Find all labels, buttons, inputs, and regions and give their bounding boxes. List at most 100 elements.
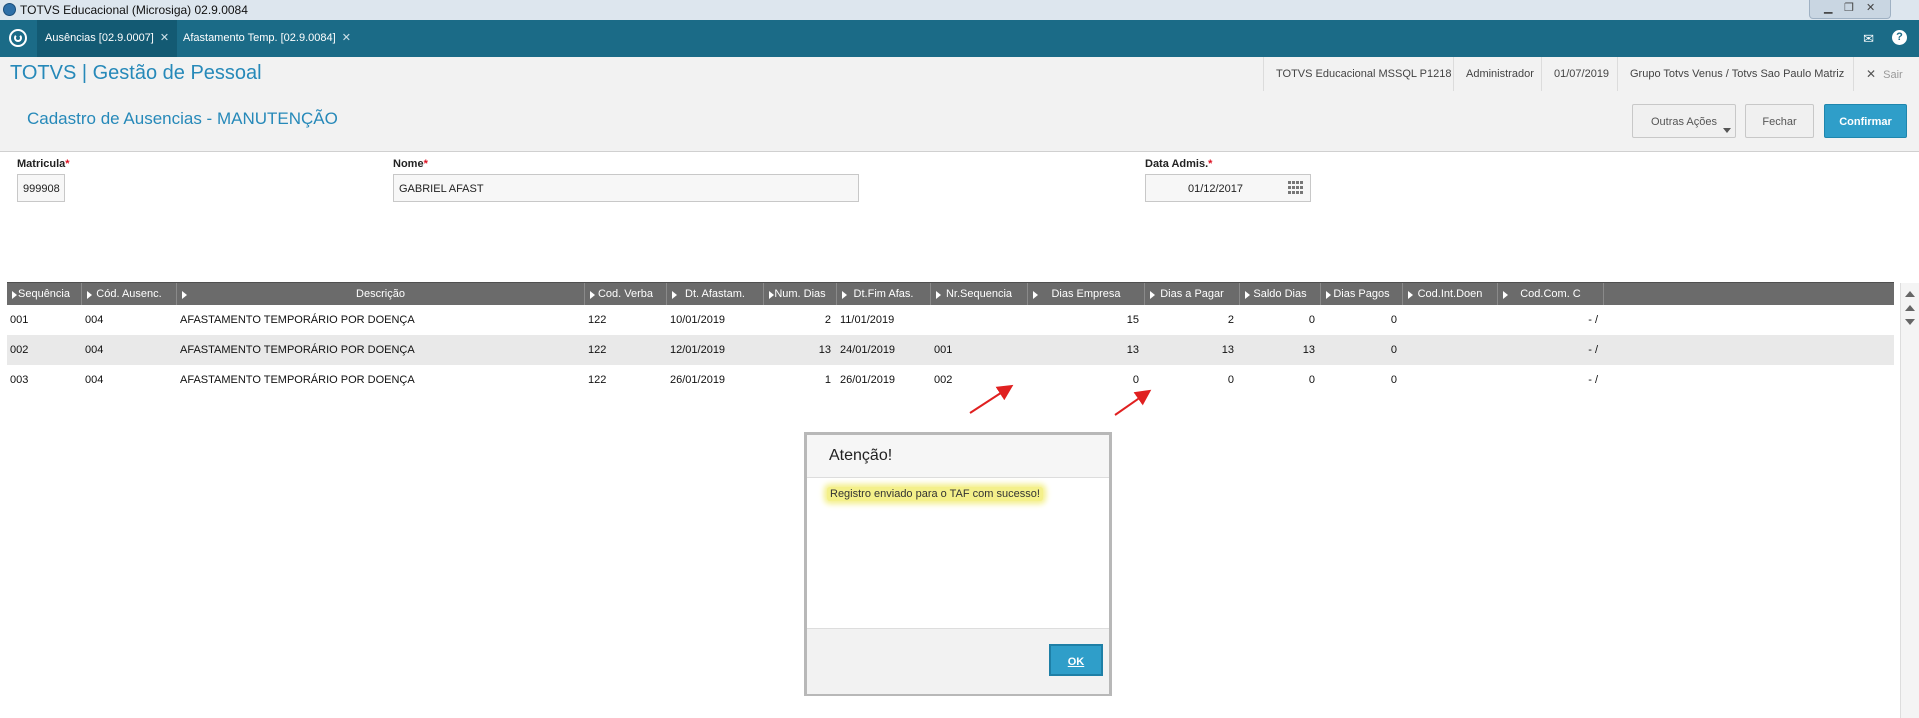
table-cell — [1403, 335, 1498, 365]
expand-column-icon[interactable] — [87, 291, 92, 299]
dialog-title: Atenção! — [829, 447, 893, 464]
date-info: 01/07/2019 — [1541, 57, 1621, 91]
data-admis-field[interactable]: 01/12/2017 — [1145, 174, 1311, 202]
grid-scrollbar[interactable] — [1900, 283, 1919, 718]
scroll-down-icon[interactable] — [1905, 319, 1915, 325]
tab-ausencias[interactable]: Ausências [02.9.0007] ✕ — [37, 20, 178, 57]
table-cell: 13 — [818, 344, 831, 356]
table-row[interactable]: 003 004 AFASTAMENTO TEMPORÁRIO POR DOENÇA 1… — [7, 365, 1894, 395]
column-header-label: Num. Dias — [774, 288, 826, 300]
expand-column-icon[interactable] — [842, 291, 847, 299]
tab-bar: Ausências [02.9.0007] ✕ Afastamento Temp.… — [0, 20, 1919, 57]
column-header[interactable]: Cod. Verba — [585, 283, 667, 306]
table-row[interactable]: 002 004 AFASTAMENTO TEMPORÁRIO POR DOENÇA 1… — [7, 335, 1894, 365]
table-cell: AFASTAMENTO TEMPORÁRIO POR DOENÇA — [180, 314, 415, 326]
window-title-bar: TOTVS Educacional (Microsiga) 02.9.0084 … — [0, 0, 1919, 21]
expand-column-icon[interactable] — [1150, 291, 1155, 299]
close-window-icon[interactable]: ✕ — [1866, 1, 1875, 14]
matricula-label-text: Matricula — [17, 158, 66, 170]
matricula-field[interactable]: 999908 — [17, 174, 65, 202]
column-header[interactable]: Dias a Pagar — [1145, 283, 1240, 306]
table-cell — [1403, 305, 1498, 335]
expand-column-icon[interactable] — [1033, 291, 1038, 299]
attention-dialog: Atenção! Registro enviado para o TAF com… — [804, 432, 1112, 696]
table-cell: 122 — [588, 374, 607, 386]
table-cell: 003 — [10, 374, 29, 386]
expand-column-icon[interactable] — [590, 291, 595, 299]
close-tab-icon[interactable]: ✕ — [160, 32, 169, 44]
form-title: Cadastro de Ausencias - MANUTENÇÃO — [27, 109, 338, 128]
table-cell: 13 — [1302, 344, 1315, 356]
column-header[interactable]: Nr.Sequencia — [931, 283, 1028, 306]
expand-column-icon[interactable] — [769, 291, 774, 299]
expand-column-icon[interactable] — [936, 291, 941, 299]
annotation-arrow-nr-sequencia — [1114, 389, 1152, 416]
table-cell: AFASTAMENTO TEMPORÁRIO POR DOENÇA — [180, 374, 415, 386]
column-header[interactable]: Num. Dias — [764, 283, 837, 306]
expand-column-icon[interactable] — [672, 291, 677, 299]
tab-afastamento-temp[interactable]: Afastamento Temp. [02.9.0084] ✕ — [175, 20, 359, 57]
table-cell: - / — [1588, 314, 1598, 326]
column-header-label: Descrição — [356, 288, 405, 300]
column-header[interactable]: Cod.Int.Doen — [1403, 283, 1498, 306]
window-controls: ▁ ❐ ✕ — [1809, 0, 1891, 19]
table-cell: 1 — [824, 374, 831, 386]
annotation-arrows — [969, 384, 1152, 416]
close-button[interactable]: Fechar — [1745, 104, 1814, 138]
table-cell: 0 — [1390, 374, 1397, 386]
column-header-label: Dias a Pagar — [1160, 288, 1224, 300]
column-header[interactable]: Saldo Dias — [1240, 283, 1321, 306]
close-tab-icon[interactable]: ✕ — [342, 32, 351, 44]
column-header[interactable]: Cód. Ausenc. — [82, 283, 177, 306]
column-header-label: Cód. Ausenc. — [96, 288, 162, 300]
grid-header: Sequência Cód. Ausenc. Descrição Cod. Verba… — [7, 282, 1894, 306]
app-title: TOTVS | Gestão de Pessoal — [10, 62, 262, 84]
close-icon: ✕ — [1866, 67, 1877, 81]
column-header[interactable]: Dias Empresa — [1028, 283, 1145, 306]
expand-column-icon[interactable] — [12, 291, 17, 299]
column-header-label: Dt.Fim Afas. — [853, 288, 914, 300]
nome-field[interactable]: GABRIEL AFAST — [393, 174, 859, 202]
column-header[interactable]: Cod.Com. C — [1498, 283, 1604, 306]
calendar-icon[interactable] — [1288, 181, 1303, 194]
expand-column-icon[interactable] — [1326, 291, 1331, 299]
expand-column-icon[interactable] — [182, 291, 187, 299]
confirm-button[interactable]: Confirmar — [1824, 104, 1907, 138]
table-cell: 0 — [1308, 314, 1315, 326]
table-row[interactable]: 001 004 AFASTAMENTO TEMPORÁRIO POR DOENÇA 1… — [7, 305, 1894, 335]
ok-button[interactable]: OK — [1049, 644, 1103, 676]
exit-label: Sair — [1883, 69, 1903, 81]
column-header[interactable]: Dt.Fim Afas. — [837, 283, 931, 306]
scroll-up-icon[interactable] — [1905, 305, 1915, 311]
table-cell: 001 — [934, 344, 953, 356]
column-header-label: Dias Empresa — [1051, 288, 1121, 300]
expand-column-icon[interactable] — [1503, 291, 1508, 299]
column-header[interactable]: Sequência — [7, 283, 82, 306]
table-cell: 0 — [1308, 374, 1315, 386]
column-header[interactable]: Dt. Afastam. — [667, 283, 764, 306]
help-icon[interactable]: ? — [1892, 30, 1907, 45]
app-header: TOTVS | Gestão de Pessoal TOTVS Educacio… — [0, 57, 1919, 92]
dialog-message: Registro enviado para o TAF com sucesso! — [827, 487, 1043, 501]
column-header-label: Cod.Com. C — [1520, 288, 1581, 300]
column-header[interactable]: Dias Pagos — [1321, 283, 1403, 306]
form-header: Cadastro de Ausencias - MANUTENÇÃO Outra… — [0, 91, 1919, 152]
chevron-down-icon — [1723, 128, 1731, 133]
expand-column-icon[interactable] — [1408, 291, 1413, 299]
minimize-icon[interactable]: ▁ — [1824, 1, 1832, 14]
maximize-icon[interactable]: ❐ — [1844, 1, 1854, 14]
mail-icon[interactable]: ✉ — [1863, 31, 1874, 47]
other-actions-button[interactable]: Outras Ações — [1632, 104, 1736, 138]
column-header[interactable]: Descrição — [177, 283, 585, 306]
table-cell: 11/01/2019 — [840, 314, 895, 326]
scroll-top-icon[interactable] — [1905, 291, 1915, 297]
column-header-label: Sequência — [18, 288, 70, 300]
company-info: Grupo Totvs Venus / Totvs Sao Paulo Matr… — [1617, 57, 1856, 91]
totvs-logo-icon[interactable] — [9, 29, 27, 47]
exit-button[interactable]: ✕ Sair — [1853, 57, 1919, 91]
table-cell: 26/01/2019 — [840, 374, 896, 386]
expand-column-icon[interactable] — [1245, 291, 1250, 299]
window-title: TOTVS Educacional (Microsiga) 02.9.0084 — [20, 3, 248, 17]
table-cell: 13 — [1221, 344, 1234, 356]
table-cell: 13 — [1126, 344, 1139, 356]
